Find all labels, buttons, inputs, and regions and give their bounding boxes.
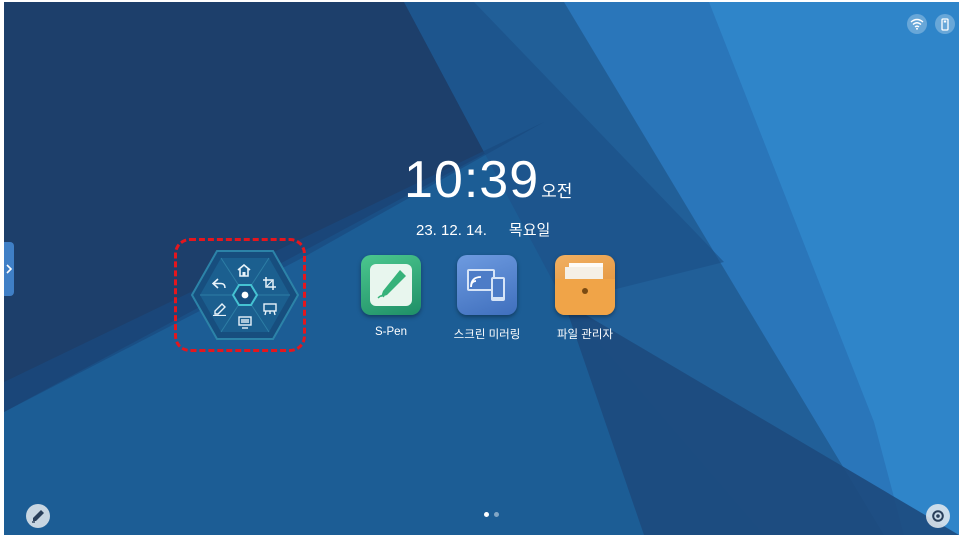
clock-widget: 10:39 오전 [404,150,604,210]
usb-icon[interactable] [935,14,955,34]
settings-button[interactable] [926,504,950,528]
gear-icon [932,510,944,522]
app-label: S-Pen [375,326,407,338]
app-screen-mirroring[interactable]: 스크린 미러링 [437,255,537,342]
app-file-manager[interactable]: 파일 관리자 [535,255,635,342]
date-weekday: 목요일 [508,222,551,239]
pen-icon [32,510,44,523]
quick-menu-highlight [174,238,306,352]
pen-mode-button[interactable] [26,504,50,528]
page-dot[interactable] [494,512,499,517]
date-day: 23. 12. 14. [416,222,487,239]
app-label: 파일 관리자 [556,329,614,341]
wifi-icon[interactable] [907,14,927,34]
chevron-right-icon [6,264,12,274]
app-s-pen[interactable]: S-Pen [341,255,441,338]
home-screen: 10:39 오전 23. 12. 14. 목요일 S-Pen 스크린 미러링 파… [4,2,959,535]
clock-ampm: 오전 [541,182,573,201]
app-label: 스크린 미러링 [453,329,521,341]
side-panel-handle[interactable] [4,242,14,296]
date-display: 23. 12. 14. 목요일 [416,219,550,240]
folder-icon [555,255,615,315]
page-dot-active[interactable] [484,512,489,517]
page-indicator [484,512,499,517]
clock-time: 10:39 [404,151,540,209]
screen-mirroring-icon [457,255,517,315]
pen-note-icon [361,255,421,315]
